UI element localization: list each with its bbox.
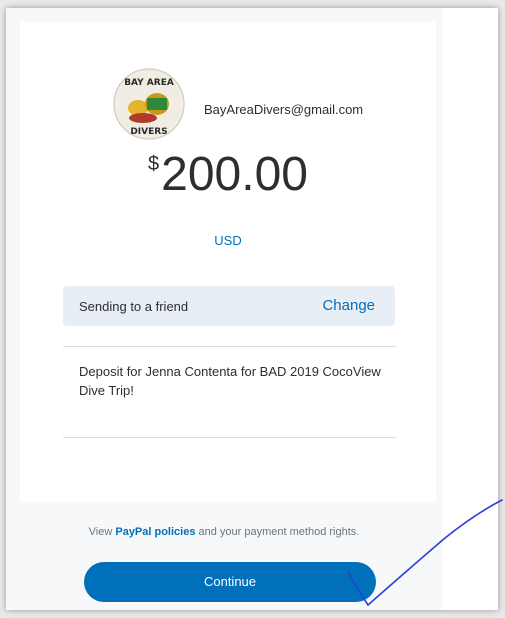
divider-bottom <box>63 437 396 438</box>
policies-suffix: and your payment method rights. <box>195 526 360 538</box>
recipient-avatar: BAY AREA DIVERS <box>113 68 185 140</box>
amount-value: 200.00 <box>161 148 308 201</box>
continue-button[interactable]: Continue <box>84 562 376 602</box>
handwritten-checkmark-annotation <box>347 499 503 607</box>
recipient-email: BayAreaDivers@gmail.com <box>204 102 364 117</box>
sending-type-label: Sending to a friend <box>79 299 189 314</box>
divider-top <box>63 346 396 347</box>
sending-type-box: Sending to a friend Change <box>63 286 395 326</box>
currency-code[interactable]: USD <box>20 233 436 248</box>
payment-card: BAY AREA DIVERS BayAreaDivers@gmail.com … <box>20 22 436 502</box>
avatar-text-top: BAY AREA <box>124 78 174 88</box>
paypal-policies-link[interactable]: PayPal policies <box>115 526 195 538</box>
change-link[interactable]: Change <box>322 297 375 314</box>
policies-prefix: View <box>88 526 116 538</box>
payment-note: Deposit for Jenna Contenta for BAD 2019 … <box>79 364 381 398</box>
avatar-text-bottom: DIVERS <box>130 127 167 137</box>
payment-amount: $200.00 <box>20 147 436 202</box>
currency-symbol: $ <box>148 153 160 175</box>
